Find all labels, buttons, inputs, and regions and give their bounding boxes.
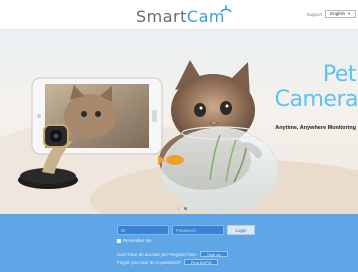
remember-me-checkbox[interactable] xyxy=(117,238,121,243)
language-value: English xyxy=(330,11,346,16)
forgot-prompt: Forgot your user ID or password? xyxy=(117,259,182,265)
language-selector: Support English ▼ xyxy=(306,10,356,18)
hero-subtitle: Anytime, Anywhere Monitoring xyxy=(275,125,356,131)
find-id-pw-button[interactable]: Find ID/PW xyxy=(184,259,219,265)
hero-title-line1: Pet xyxy=(322,62,357,87)
carousel-dot[interactable] xyxy=(177,207,180,210)
language-dropdown[interactable]: English ▼ xyxy=(325,10,356,18)
id-input[interactable]: ID xyxy=(117,225,169,235)
hero-banner: Pet Camera Anytime, Anywhere Monitoring xyxy=(0,30,358,214)
carousel-dot-active[interactable] xyxy=(184,207,187,210)
signup-prompt: Don't have an account yet? Register here… xyxy=(117,251,198,257)
hero-title-line2: Camera xyxy=(274,87,358,112)
app-root: Smart Cam Support English ▼ Pet Camera A… xyxy=(0,0,358,272)
forgot-row: Forgot your user ID or password? Find ID… xyxy=(117,259,219,265)
carousel-dots xyxy=(177,207,187,210)
signup-row: Don't have an account yet? Register here… xyxy=(117,251,228,257)
chevron-down-icon: ▼ xyxy=(347,11,351,16)
remember-me-label: Remember me xyxy=(123,238,152,243)
password-input[interactable]: Password xyxy=(172,225,224,235)
logo-text-smart: Smart xyxy=(136,7,187,26)
language-label: Support xyxy=(306,11,323,17)
wifi-arc-icon xyxy=(220,5,232,13)
top-bar: Smart Cam Support English ▼ xyxy=(0,0,358,30)
smartcam-logo[interactable]: Smart Cam xyxy=(136,5,232,26)
remember-me: Remember me xyxy=(117,238,151,243)
login-button[interactable]: Login xyxy=(227,225,255,235)
hero-illustration xyxy=(0,60,358,214)
signup-button[interactable]: Sign up xyxy=(200,251,228,257)
